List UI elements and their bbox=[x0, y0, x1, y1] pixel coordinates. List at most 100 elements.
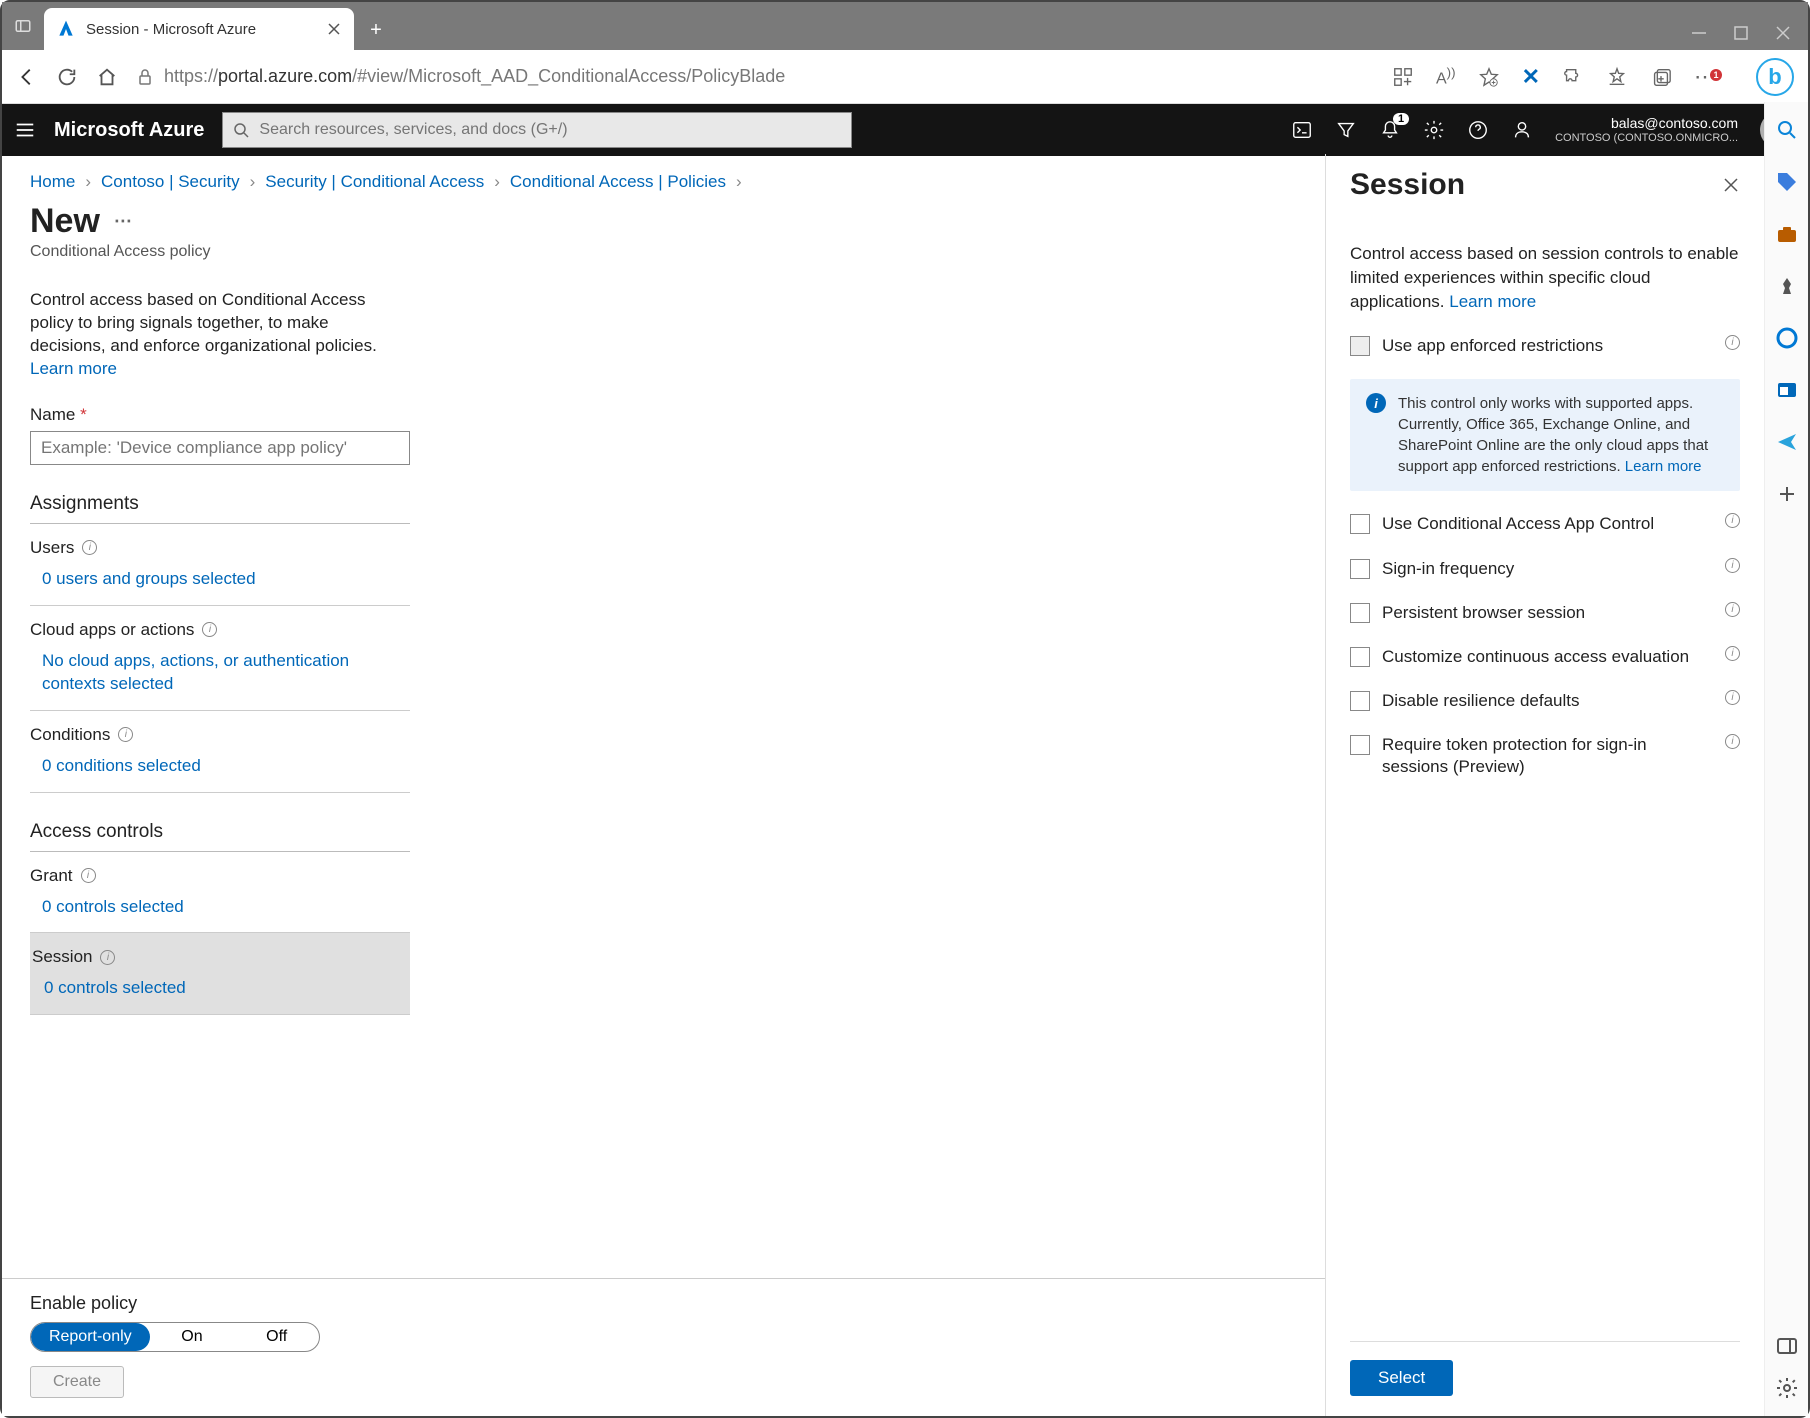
checkbox[interactable] bbox=[1350, 735, 1370, 755]
filter-icon[interactable] bbox=[1335, 119, 1357, 141]
chk-app-control[interactable]: Use Conditional Access App Control i bbox=[1350, 513, 1740, 535]
checkbox[interactable] bbox=[1350, 647, 1370, 667]
breadcrumb-3[interactable]: Conditional Access | Policies bbox=[510, 172, 726, 192]
info-icon[interactable]: i bbox=[1725, 602, 1740, 617]
azure-search-input[interactable] bbox=[259, 121, 841, 139]
azure-topbar: Microsoft Azure 1 balas@contoso.com CONT… bbox=[2, 104, 1808, 156]
cloud-apps-value[interactable]: No cloud apps, actions, or authenticatio… bbox=[30, 650, 370, 696]
breadcrumb-home[interactable]: Home bbox=[30, 172, 75, 192]
azure-search[interactable] bbox=[222, 112, 852, 148]
main-column: Home› Contoso | Security› Security | Con… bbox=[2, 154, 1326, 1416]
info-icon[interactable]: i bbox=[1725, 690, 1740, 705]
account-tenant: CONTOSO (CONTOSO.ONMICRO... bbox=[1555, 132, 1738, 145]
plus-sb-icon[interactable] bbox=[1775, 482, 1799, 506]
gear-icon[interactable] bbox=[1423, 119, 1445, 141]
checkbox[interactable] bbox=[1350, 559, 1370, 579]
menu-icon[interactable] bbox=[14, 119, 36, 141]
favorite-icon[interactable] bbox=[1478, 66, 1500, 88]
info-icon[interactable]: i bbox=[82, 540, 97, 555]
users-item[interactable]: Usersi 0 users and groups selected bbox=[30, 524, 410, 606]
session-item[interactable]: Sessioni 0 controls selected bbox=[30, 933, 410, 1015]
new-tab-button[interactable]: + bbox=[360, 14, 392, 46]
chk-app-enforced[interactable]: Use app enforced restrictions i bbox=[1350, 335, 1740, 357]
title-more-icon[interactable]: ⋯ bbox=[114, 211, 132, 232]
favorites-list-icon[interactable] bbox=[1606, 66, 1628, 88]
search-sb-icon[interactable] bbox=[1775, 118, 1799, 142]
chk-continuous-access[interactable]: Customize continuous access evaluation i bbox=[1350, 646, 1740, 668]
bing-icon[interactable]: b bbox=[1756, 58, 1794, 96]
checkbox[interactable] bbox=[1350, 603, 1370, 623]
toggle-off[interactable]: Off bbox=[234, 1323, 319, 1351]
close-panel-icon[interactable] bbox=[1722, 176, 1740, 194]
settings-sb-icon[interactable] bbox=[1775, 1376, 1799, 1400]
browser-tab[interactable]: Session - Microsoft Azure bbox=[44, 8, 354, 50]
chk-signin-freq[interactable]: Sign-in frequency i bbox=[1350, 558, 1740, 580]
info-icon[interactable]: i bbox=[1725, 646, 1740, 661]
extension-puzzle-icon[interactable] bbox=[1562, 66, 1584, 88]
refresh-icon[interactable] bbox=[56, 66, 78, 88]
select-button[interactable]: Select bbox=[1350, 1360, 1453, 1396]
home-icon[interactable] bbox=[96, 66, 118, 88]
learn-more-link[interactable]: Learn more bbox=[30, 359, 117, 378]
extensions-grid-icon[interactable] bbox=[1392, 66, 1414, 88]
office-sb-icon[interactable] bbox=[1775, 326, 1799, 350]
users-value[interactable]: 0 users and groups selected bbox=[30, 568, 370, 591]
conditions-value[interactable]: 0 conditions selected bbox=[30, 755, 370, 778]
session-learn-more[interactable]: Learn more bbox=[1449, 292, 1536, 311]
create-button[interactable]: Create bbox=[30, 1366, 124, 1398]
lock-icon bbox=[136, 68, 154, 86]
info-icon[interactable]: i bbox=[1725, 558, 1740, 573]
chk-resilience-defaults[interactable]: Disable resilience defaults i bbox=[1350, 690, 1740, 712]
checkbox[interactable] bbox=[1350, 691, 1370, 711]
breadcrumb-2[interactable]: Security | Conditional Access bbox=[265, 172, 484, 192]
info-icon[interactable]: i bbox=[1725, 335, 1740, 350]
breadcrumb-1[interactable]: Contoso | Security bbox=[101, 172, 240, 192]
info-icon[interactable]: i bbox=[118, 727, 133, 742]
infobox-learn-more[interactable]: Learn more bbox=[1625, 458, 1702, 475]
feedback-icon[interactable] bbox=[1511, 119, 1533, 141]
help-icon[interactable] bbox=[1467, 119, 1489, 141]
back-icon[interactable] bbox=[16, 66, 38, 88]
name-input[interactable] bbox=[30, 431, 410, 465]
info-icon[interactable]: i bbox=[100, 950, 115, 965]
tab-close-icon[interactable] bbox=[326, 21, 342, 37]
read-aloud-icon[interactable]: A)) bbox=[1436, 65, 1456, 88]
info-icon[interactable]: i bbox=[1725, 734, 1740, 749]
cloudshell-icon[interactable] bbox=[1291, 119, 1313, 141]
panel-sb-icon[interactable] bbox=[1775, 1334, 1799, 1358]
toggle-on[interactable]: On bbox=[150, 1323, 235, 1351]
minimize-icon[interactable] bbox=[1690, 24, 1708, 42]
chk-token-protection[interactable]: Require token protection for sign-in ses… bbox=[1350, 734, 1740, 778]
assignments-heading: Assignments bbox=[30, 493, 410, 524]
address-bar[interactable]: https://portal.azure.com/#view/Microsoft… bbox=[136, 66, 1374, 87]
portal-body: Home› Contoso | Security› Security | Con… bbox=[2, 154, 1764, 1416]
cloud-apps-item[interactable]: Cloud apps or actionsi No cloud apps, ac… bbox=[30, 606, 410, 711]
close-window-icon[interactable] bbox=[1774, 24, 1792, 42]
session-value[interactable]: 0 controls selected bbox=[32, 977, 372, 1000]
outlook-sb-icon[interactable] bbox=[1775, 378, 1799, 402]
grant-item[interactable]: Granti 0 controls selected bbox=[30, 852, 410, 934]
tag-sb-icon[interactable] bbox=[1775, 170, 1799, 194]
checkbox[interactable] bbox=[1350, 336, 1370, 356]
checkbox[interactable] bbox=[1350, 514, 1370, 534]
send-sb-icon[interactable] bbox=[1775, 430, 1799, 454]
session-panel-title: Session bbox=[1350, 168, 1465, 202]
info-icon[interactable]: i bbox=[1725, 513, 1740, 528]
info-icon[interactable]: i bbox=[202, 622, 217, 637]
maximize-icon[interactable] bbox=[1732, 24, 1750, 42]
collections-icon[interactable] bbox=[1650, 66, 1672, 88]
account-info[interactable]: balas@contoso.com CONTOSO (CONTOSO.ONMIC… bbox=[1555, 115, 1738, 145]
conditions-item[interactable]: Conditionsi 0 conditions selected bbox=[30, 711, 410, 793]
extension-x-icon[interactable]: ✕ bbox=[1522, 64, 1540, 90]
chess-sb-icon[interactable] bbox=[1775, 274, 1799, 298]
azure-brand[interactable]: Microsoft Azure bbox=[54, 119, 204, 142]
enable-policy-toggle[interactable]: Report-only On Off bbox=[30, 1322, 320, 1352]
briefcase-sb-icon[interactable] bbox=[1775, 222, 1799, 246]
grant-value[interactable]: 0 controls selected bbox=[30, 896, 370, 919]
info-icon[interactable]: i bbox=[81, 868, 96, 883]
more-icon[interactable]: ⋯1 bbox=[1694, 64, 1728, 90]
notifications-button[interactable]: 1 bbox=[1379, 119, 1401, 141]
chk-persistent-browser[interactable]: Persistent browser session i bbox=[1350, 602, 1740, 624]
tab-actions-icon[interactable] bbox=[14, 17, 32, 35]
toggle-report-only[interactable]: Report-only bbox=[31, 1323, 150, 1351]
